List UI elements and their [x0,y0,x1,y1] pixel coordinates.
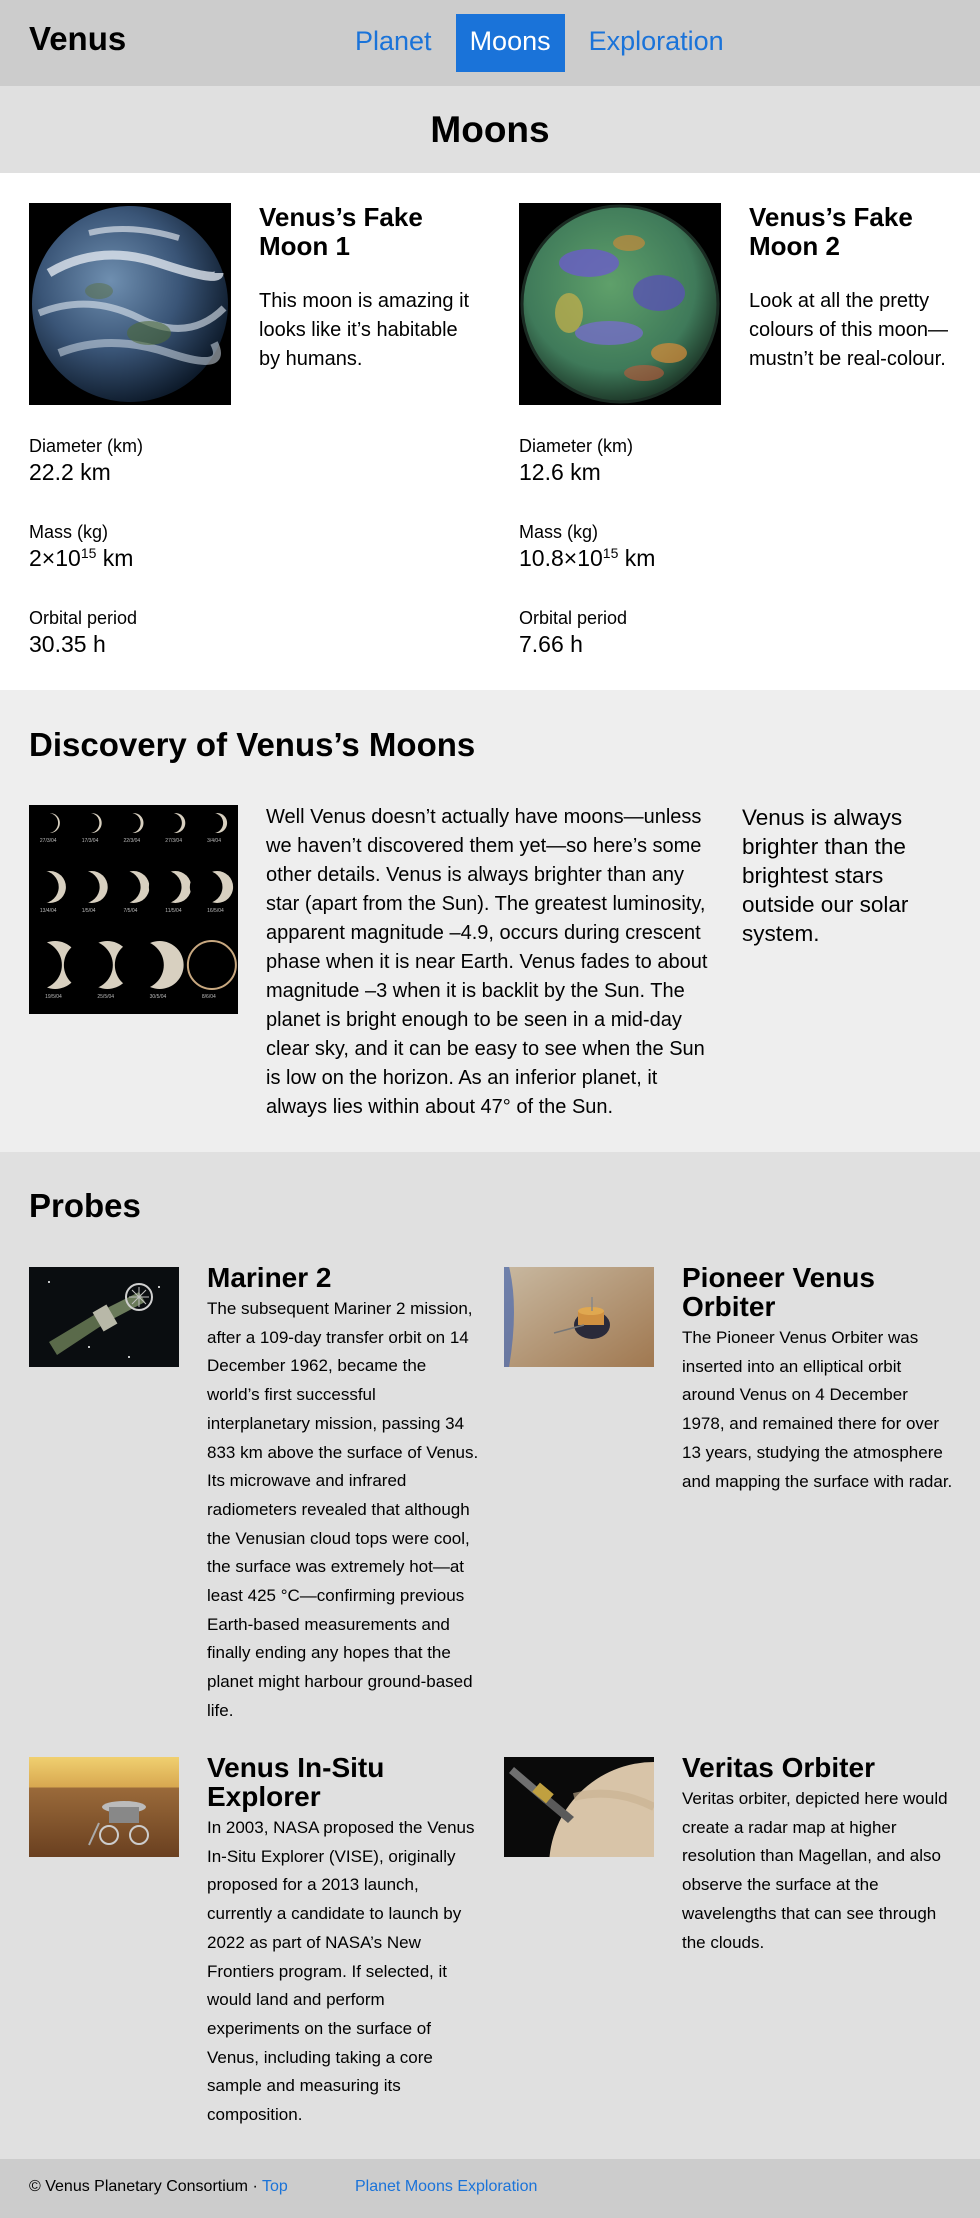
site-brand[interactable]: Venus [29,20,126,58]
venus-phase-date-label: 3/4/04 [207,838,221,844]
venus-phase-date-label: 27/3/04 [40,838,57,844]
footer-nav-planet[interactable]: Planet [355,2178,400,2195]
veritas-orbiter-title: Veritas Orbiter [682,1752,875,1783]
pioneer-venus-orbiter-image [504,1267,654,1367]
nav-moons[interactable]: Moons [455,14,565,72]
venus-phase-date-label: 8/6/04 [202,994,216,1000]
probes-section: Probes Mariner 2 The subsequent Mariner … [0,1152,980,2159]
mariner-2-title: Mariner 2 [207,1262,332,1293]
site-header: Venus Planet Moons Exploration [0,0,980,86]
orbital-period-value: 7.66 h [519,631,583,657]
moon-1-orbital-period: Orbital period 30.35 h [29,607,449,693]
moon-2-mass: Mass (kg) 10.8×1015 km [519,521,939,607]
venus-phase-date-label: 25/5/04 [97,994,114,1000]
main-nav: Planet Moons Exploration [341,14,748,72]
diameter-value: 22.2 km [29,459,111,485]
discovery-body: Well Venus doesn’t actually have moons—u… [266,806,708,1118]
moon-1-description: This moon is amazing it looks like it’s … [259,290,470,370]
moon-1-stats: Diameter (km) 22.2 km Mass (kg) 2×1015 k… [29,435,449,693]
venus-phase-7: 1/5/04 [67,870,108,914]
moon-2-stats: Diameter (km) 12.6 km Mass (kg) 10.8×101… [519,435,939,693]
nav-exploration[interactable]: Exploration [575,14,738,72]
moon-1-mass: Mass (kg) 2×1015 km [29,521,449,607]
mass-label: Mass (kg) [519,522,599,542]
footer-copyright: © Venus Planetary Consortium · Top [29,2178,288,2195]
moon-2-diameter: Diameter (km) 12.6 km [519,435,939,521]
venus-phase-date-label: 7/5/04 [124,908,138,914]
venus-phase-9: 11/5/04 [148,870,192,914]
venus-phase-date-label: 19/5/04 [45,994,62,1000]
moon-2-image [519,203,721,405]
diameter-value: 12.6 km [519,459,601,485]
venus-phase-3: 22/3/04 [120,812,144,844]
venus-phase-date-label: 1/5/04 [82,908,96,914]
pioneer-venus-orbiter-title: Pioneer Venus Orbiter [682,1262,875,1322]
venus-phase-date-label: 27/3/04 [165,838,182,844]
diameter-label: Diameter (km) [29,436,144,456]
discovery-aside: Venus is always brighter than the bright… [742,805,909,946]
mass-value: 2×1015 km [29,545,134,571]
venus-phase-14: 8/6/04 [186,940,237,1000]
footer-top-link[interactable]: Top [262,2178,288,2195]
page-title-band: Moons [0,86,980,173]
footer-nav-exploration[interactable]: Exploration [457,2178,537,2195]
orbital-period-label: Orbital period [29,608,138,628]
venus-phases-image: 27/3/04 17/3/04 22/3/04 27/3/04 3/4/04 13/4/0… [29,805,238,1014]
veritas-orbiter-image [504,1757,654,1857]
venus-phase-13: 30/5/04 [114,940,184,1000]
venus-phase-5: 3/4/04 [202,812,228,844]
venus-phase-6: 13/4/04 [29,870,66,914]
venus-phase-8: 7/5/04 [107,870,150,914]
page-title: Moons [430,109,550,150]
site-footer: © Venus Planetary Consortium · Top Plane… [0,2159,980,2218]
venus-in-situ-explorer-title: Venus In-Situ Explorer [207,1752,385,1812]
mass-label: Mass (kg) [29,522,109,542]
moon-1-name: Venus’s Fake Moon 1 [259,202,423,261]
venus-phase-date-label: 17/3/04 [82,838,99,844]
discovery-section: Discovery of Venus’s Moons 27/3/04 17/3/0… [0,690,980,1152]
mariner-2-image [29,1267,179,1367]
venus-phase-10: 16/5/04 [189,870,234,914]
pioneer-venus-orbiter-text: The Pioneer Venus Orbiter was inserted i… [682,1328,953,1491]
venus-phase-4: 27/3/04 [161,812,186,844]
venus-phase-date-label: 11/5/04 [165,908,182,914]
veritas-orbiter-text: Veritas orbiter, depicted here would cre… [682,1789,948,1952]
moon-1-image [29,203,231,405]
diameter-label: Diameter (km) [519,436,634,456]
venus-phase-date-label: 13/4/04 [40,908,57,914]
venus-phase-date-label: 30/5/04 [150,994,167,1000]
venus-phase-2: 17/3/04 [78,812,102,844]
discovery-heading: Discovery of Venus’s Moons [29,726,476,763]
venus-lander-image [29,1757,179,1857]
venus-phase-date-label: 22/3/04 [124,838,141,844]
moon-2-name: Venus’s Fake Moon 2 [749,202,913,261]
probes-heading: Probes [29,1187,141,1224]
moons-section: Venus’s Fake Moon 1 This moon is amazing… [0,173,980,690]
mariner-2-text: The subsequent Mariner 2 mission, after … [207,1299,479,1720]
footer-nav-moons[interactable]: Moons [405,2178,453,2195]
venus-phase-date-label: 16/5/04 [207,908,224,914]
moon-1-diameter: Diameter (km) 22.2 km [29,435,449,521]
mass-value: 10.8×1015 km [519,545,656,571]
orbital-period-label: Orbital period [519,608,628,628]
moon-2-orbital-period: Orbital period 7.66 h [519,607,939,693]
venus-in-situ-explorer-text: In 2003, NASA proposed the Venus In-Situ… [207,1818,475,2125]
venus-phase-1: 27/3/04 [37,812,60,844]
moon-2-description: Look at all the pretty colours of this m… [749,290,948,370]
orbital-period-value: 30.35 h [29,631,106,657]
footer-nav: Planet Moons Exploration [355,2178,537,2196]
nav-planet[interactable]: Planet [341,14,446,72]
